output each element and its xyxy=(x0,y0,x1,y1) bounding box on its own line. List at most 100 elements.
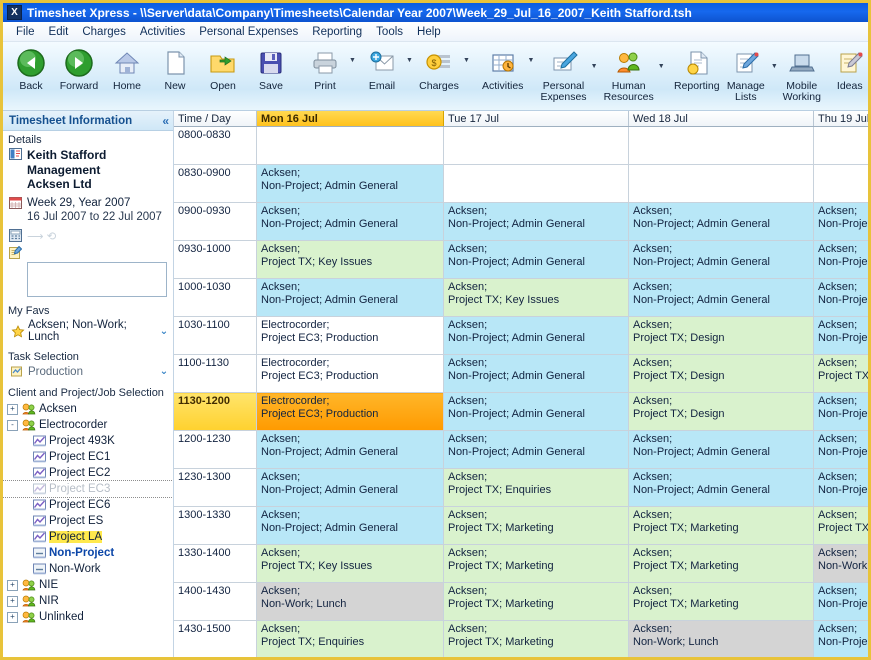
timesheet-cell-wed[interactable]: Acksen;Non-Project; Admin General xyxy=(628,430,814,469)
timesheet-cell-wed[interactable]: Acksen; Project TX; Design xyxy=(628,316,814,355)
timesheet-cell-tue[interactable]: Acksen; Project TX; Marketing xyxy=(443,582,629,621)
time-slot-label[interactable]: 1130-1200 xyxy=(174,392,257,431)
timesheet-cell-mon[interactable]: Acksen; Project TX; Key Issues xyxy=(256,240,444,279)
timesheet-cell-tue[interactable]: Acksen; Project TX; Marketing xyxy=(443,544,629,583)
timesheet-cell-mon[interactable] xyxy=(256,126,444,165)
tree-node-project-es[interactable]: Project ES xyxy=(3,513,173,529)
tree-node-project-ec1[interactable]: Project EC1 xyxy=(3,449,173,465)
timesheet-cell-thu[interactable]: Acksen;Non-Project; Adm xyxy=(813,468,868,507)
column-header-tue[interactable]: Tue 17 Jul xyxy=(443,111,629,127)
time-slot-label[interactable]: 0830-0900 xyxy=(174,164,257,203)
time-slot-label[interactable]: 1030-1100 xyxy=(174,316,257,355)
timesheet-cell-thu[interactable]: Acksen;Non-Project; Adm xyxy=(813,240,868,279)
timesheet-cell-wed[interactable]: Acksen; Project TX; Design xyxy=(628,392,814,431)
timesheet-cell-mon[interactable]: Acksen; Non-Project; Admin General xyxy=(256,506,444,545)
toolbar-button-back[interactable]: Back xyxy=(7,44,55,92)
timesheet-cell-mon[interactable]: Acksen; Non-Project; Admin General xyxy=(256,164,444,203)
timesheet-cell-thu[interactable] xyxy=(813,164,868,203)
timesheet-cell-mon[interactable]: Electrocorder; Project EC3; Production xyxy=(256,354,444,393)
timesheet-cell-tue[interactable]: Acksen; Non-Project; Admin General xyxy=(443,316,629,355)
tree-node-non-work[interactable]: Non-Work xyxy=(3,561,173,577)
timesheet-cell-tue[interactable]: Acksen; Project TX; Enquiries xyxy=(443,468,629,507)
timesheet-cell-thu[interactable]: Acksen;Non-Project; Adm xyxy=(813,316,868,355)
menu-item-tools[interactable]: Tools xyxy=(369,24,410,40)
chevron-down-icon[interactable]: ▼ xyxy=(658,63,667,70)
expand-icon[interactable]: + xyxy=(7,403,18,415)
timesheet-cell-wed[interactable]: Acksen;Non-Project; Admin General xyxy=(628,240,814,279)
toolbar-button-reporting[interactable]: Reporting xyxy=(673,44,721,92)
toolbar-button-print[interactable]: Print xyxy=(301,44,349,92)
toolbar-button-save[interactable]: Save xyxy=(247,44,295,92)
timesheet-cell-wed[interactable]: Acksen; Non-Work; Lunch xyxy=(628,620,814,657)
task-selector[interactable]: Production ⌄ xyxy=(3,364,173,379)
collapse-icon[interactable]: - xyxy=(7,419,18,431)
toolbar-button-mobile-working[interactable]: Mobile Working xyxy=(778,44,826,102)
timesheet-cell-tue[interactable] xyxy=(443,126,629,165)
timesheet-cell-thu[interactable]: Acksen;Non-Project; Adm xyxy=(813,392,868,431)
timesheet-cell-tue[interactable]: Acksen; Non-Project; Admin General xyxy=(443,430,629,469)
timesheet-cell-thu[interactable]: Acksen;Non-Project; Adm xyxy=(813,582,868,621)
chevron-down-icon[interactable]: ▼ xyxy=(406,57,415,64)
timesheet-cell-wed[interactable]: Acksen; Project TX; Design xyxy=(628,354,814,393)
timesheet-cell-wed[interactable] xyxy=(628,164,814,203)
toolbar-button-personal-expenses[interactable]: Personal Expenses xyxy=(536,44,590,102)
timesheet-cell-mon[interactable]: Acksen; Project TX; Enquiries xyxy=(256,620,444,657)
column-header-wed[interactable]: Wed 18 Jul xyxy=(628,111,814,127)
tree-node-non-project[interactable]: Non-Project xyxy=(3,545,173,561)
timesheet-grid-container[interactable]: Time / Day Mon 16 Jul Tue 17 Jul Wed 18 … xyxy=(174,111,868,657)
timesheet-cell-wed[interactable]: Acksen;Non-Project; Admin General xyxy=(628,278,814,317)
timesheet-cell-wed[interactable]: Acksen;Non-Project; Admin General xyxy=(628,202,814,241)
expand-icon[interactable]: + xyxy=(7,595,18,607)
tree-node-unlinked[interactable]: + Unlinked xyxy=(3,609,173,625)
toolbar-button-charges[interactable]: $ Charges xyxy=(415,44,463,92)
time-slot-label[interactable]: 1230-1300 xyxy=(174,468,257,507)
timesheet-cell-tue[interactable]: Acksen; Project TX; Marketing xyxy=(443,506,629,545)
timesheet-cell-mon[interactable]: Acksen; Non-Project; Admin General xyxy=(256,202,444,241)
timesheet-cell-thu[interactable]: Acksen;Non-Project; Adm xyxy=(813,430,868,469)
timesheet-cell-tue[interactable]: Acksen; Non-Project; Admin General xyxy=(443,240,629,279)
timesheet-cell-thu[interactable] xyxy=(813,126,868,165)
timesheet-cell-wed[interactable]: Acksen;Non-Project; Admin General xyxy=(628,468,814,507)
timesheet-cell-tue[interactable]: Acksen; Non-Project; Admin General xyxy=(443,392,629,431)
expand-icon[interactable]: + xyxy=(7,579,18,591)
time-slot-label[interactable]: 1200-1230 xyxy=(174,430,257,469)
timesheet-cell-tue[interactable]: Acksen; Project TX; Key Issues xyxy=(443,278,629,317)
timesheet-cell-mon[interactable]: Acksen; Non-Project; Admin General xyxy=(256,430,444,469)
chevron-down-icon[interactable]: ▼ xyxy=(463,57,472,64)
tree-node-project-ec3[interactable]: Project EC3 xyxy=(3,480,173,498)
time-slot-label[interactable]: 1330-1400 xyxy=(174,544,257,583)
toolbar-button-activities[interactable]: Activities xyxy=(478,44,527,92)
chevron-down-icon[interactable]: ⌄ xyxy=(157,326,171,337)
toolbar-button-ideas[interactable]: Ideas xyxy=(826,44,868,92)
time-slot-label[interactable]: 0900-0930 xyxy=(174,202,257,241)
timesheet-cell-thu[interactable]: Acksen;Non-Project; Adm xyxy=(813,278,868,317)
tree-node-nir[interactable]: + NIR xyxy=(3,593,173,609)
timesheet-cell-mon[interactable]: Acksen; Non-Project; Admin General xyxy=(256,468,444,507)
time-slot-label[interactable]: 1430-1500 xyxy=(174,620,257,657)
timesheet-cell-tue[interactable]: Acksen; Non-Project; Admin General xyxy=(443,354,629,393)
toolbar-button-manage-lists[interactable]: Manage Lists xyxy=(721,44,771,102)
timesheet-cell-thu[interactable]: Acksen;Non-Project; Adm xyxy=(813,202,868,241)
column-header-time[interactable]: Time / Day xyxy=(174,111,257,127)
chevron-down-icon[interactable]: ▼ xyxy=(349,57,358,64)
menu-item-activities[interactable]: Activities xyxy=(133,24,192,40)
chevron-down-icon[interactable]: ▼ xyxy=(527,57,536,64)
time-slot-label[interactable]: 1300-1330 xyxy=(174,506,257,545)
tree-node-electrocorder[interactable]: - Electrocorder xyxy=(3,417,173,433)
time-slot-label[interactable]: 0800-0830 xyxy=(174,126,257,165)
column-header-thu[interactable]: Thu 19 Jul xyxy=(813,111,868,127)
timesheet-cell-thu[interactable]: Acksen;Non-Work; Lunch xyxy=(813,544,868,583)
timesheet-cell-mon[interactable]: Acksen; Project TX; Key Issues xyxy=(256,544,444,583)
time-slot-label[interactable]: 1100-1130 xyxy=(174,354,257,393)
timesheet-cell-thu[interactable]: Acksen;Project TX; Admin xyxy=(813,354,868,393)
time-slot-label[interactable]: 0930-1000 xyxy=(174,240,257,279)
toolbar-button-human-resources[interactable]: Human Resources xyxy=(600,44,658,102)
chevron-down-icon[interactable]: ⌄ xyxy=(157,366,171,377)
chevron-down-icon[interactable]: ▼ xyxy=(771,63,778,70)
timesheet-cell-mon[interactable]: Acksen; Non-Project; Admin General xyxy=(256,278,444,317)
timesheet-cell-wed[interactable]: Acksen; Project TX; Marketing xyxy=(628,506,814,545)
tree-node-project-ec2[interactable]: Project EC2 xyxy=(3,465,173,481)
tree-node-nie[interactable]: + NIE xyxy=(3,577,173,593)
toolbar-button-forward[interactable]: Forward xyxy=(55,44,103,92)
menu-item-file[interactable]: File xyxy=(9,24,42,40)
